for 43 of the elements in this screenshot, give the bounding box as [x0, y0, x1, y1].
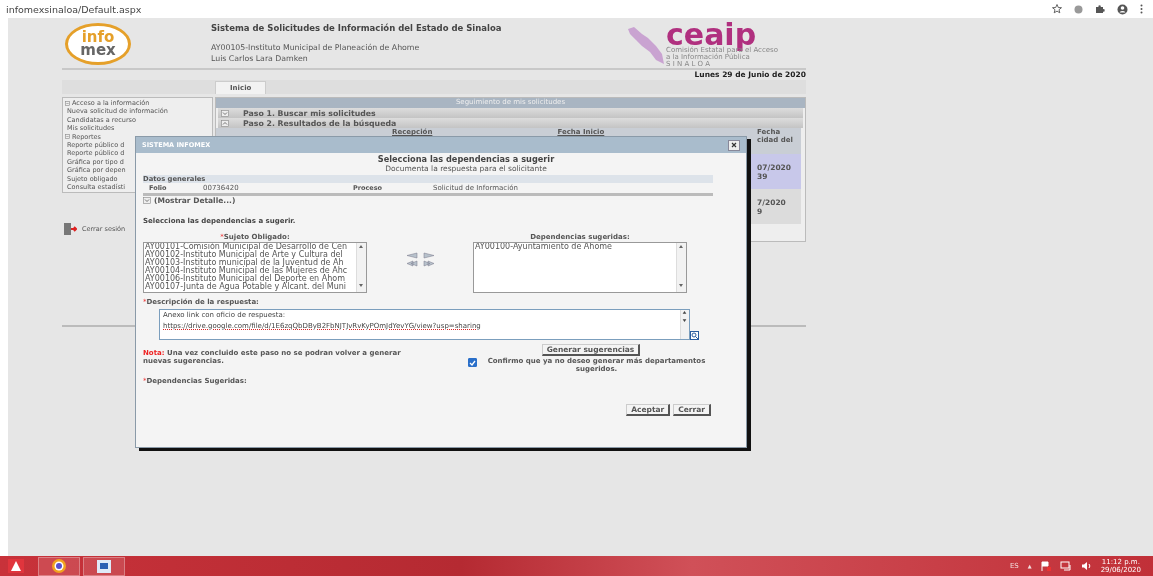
list-option[interactable]: AY00102-Instituto Municipal de Arte y Cultura del [144, 251, 356, 259]
list-option[interactable]: AY00107-Junta de Agua Potable y Alcant. del Muni [144, 283, 356, 291]
collapse-icon [65, 100, 70, 106]
app-logo-icon[interactable] [8, 559, 24, 573]
expand-icon [143, 197, 151, 204]
extension-icon[interactable] [1074, 4, 1083, 14]
browser-icon [51, 558, 67, 574]
menu-icon[interactable] [1140, 4, 1143, 14]
dialog-heading: Selecciona las dependencias a sugerir [377, 154, 555, 164]
address-url[interactable]: infomexsinaloa/Default.aspx [6, 3, 142, 15]
document-icon [95, 558, 113, 574]
puzzle-icon[interactable] [1095, 4, 1105, 14]
close-button[interactable] [728, 139, 740, 151]
collapse-icon [221, 119, 229, 127]
close-icon [731, 142, 737, 148]
flag-icon[interactable] [1040, 561, 1051, 571]
collapse-icon [65, 134, 70, 140]
list-box[interactable]: AY00100-Ayuntamiento de Ahome [473, 242, 687, 293]
checkbox[interactable] [468, 358, 477, 367]
network-icon[interactable] [1059, 561, 1072, 571]
spellcheck-icon[interactable] [690, 331, 699, 340]
scroll-arrows-icon [681, 310, 688, 323]
state-map-icon [626, 25, 666, 66]
scrollbar[interactable] [676, 243, 686, 292]
star-icon[interactable] [1052, 4, 1062, 14]
list-box[interactable] [143, 242, 367, 293]
scrollbar[interactable] [680, 310, 689, 339]
taskbar-app[interactable] [83, 556, 125, 576]
scroll-arrows-icon [357, 243, 365, 289]
list-option[interactable]: AY00104-Instituto Municipal de las Mujeres de Ahc [144, 267, 356, 275]
infomex-logo: info mex [65, 23, 131, 65]
expand-icon [221, 109, 229, 117]
list-option[interactable]: AY00103-Instituto municipal de la Juventud de Ah [144, 259, 356, 267]
list-option[interactable]: AY00101-Comisión Municipal de Desarrollo de Cen [144, 243, 356, 251]
scroll-arrows-icon [677, 243, 685, 289]
account-icon[interactable] [1117, 3, 1128, 15]
door-exit-icon [63, 223, 77, 236]
list-option[interactable]: AY00106-Instituto Municipal del Deporte en Ahom [144, 275, 356, 283]
scrollbar[interactable] [356, 243, 366, 292]
system-title: Sistema de Solicitudes de Información del Estado de Sinaloa [211, 23, 502, 33]
taskbar-app[interactable] [38, 556, 80, 576]
volume-icon[interactable] [1080, 561, 1092, 571]
list-option[interactable]: AY00100-Ayuntamiento de Ahome [474, 243, 676, 251]
